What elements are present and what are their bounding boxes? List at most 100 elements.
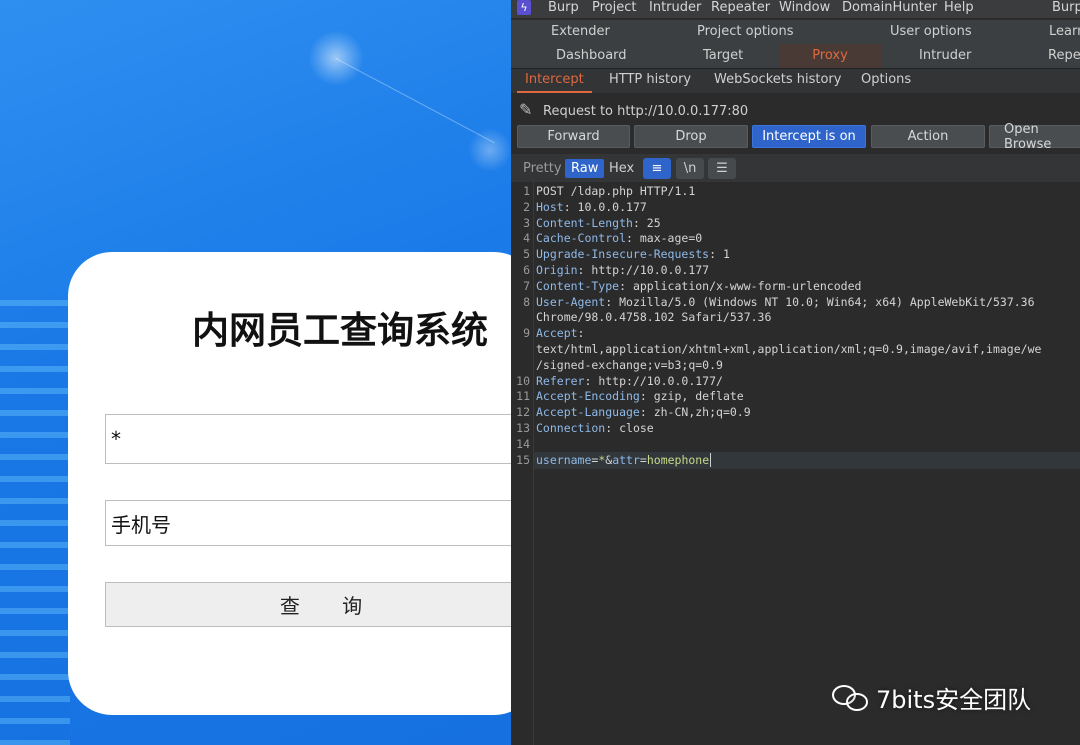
request-line: username=*&attr=homephone [536, 452, 712, 467]
param-value: homephone [646, 452, 710, 467]
request-line: Content-Length: 25 [536, 216, 661, 230]
param-equals: = [639, 452, 647, 467]
header-name: username [536, 452, 592, 467]
line-number: 7 [523, 278, 530, 293]
request-editor[interactable]: 1 POST /ldap.php HTTP/1.1 2 Host: 10.0.0.17… [511, 182, 1080, 745]
header-name: Cache-Control [536, 231, 627, 246]
glow-decoration [468, 128, 511, 172]
request-line: Chrome/98.0.4758.102 Safari/537.36 [536, 310, 771, 324]
text-cursor [710, 452, 712, 467]
server-illustration [0, 300, 70, 745]
action-button[interactable]: Action [871, 125, 985, 148]
header-value: : http://10.0.0.177/ [584, 373, 723, 388]
view-hex[interactable]: Hex [603, 159, 640, 178]
message-view-bar: Pretty Raw Hex ≡ \n ☰ [511, 154, 1080, 182]
header-name: Accept [536, 326, 578, 341]
tab-options[interactable]: Options [861, 72, 911, 87]
request-line: User-Agent: Mozilla/5.0 (Windows NT 10.0… [536, 295, 1035, 309]
query-button[interactable]: 查 询 [105, 582, 511, 627]
header-value: /signed-exchange;v=b3;q=0.9 [536, 357, 723, 372]
network-line-decoration [335, 58, 495, 144]
line-number: 2 [523, 199, 530, 214]
line-number: 15 [516, 452, 530, 467]
open-browser-button[interactable]: Open Browse [989, 122, 1080, 152]
header-name: Accept-Encoding [536, 389, 640, 404]
query-button-label: 查 询 [279, 594, 381, 618]
login-page: 内网员工查询系统 * 手机号 查 询 [0, 0, 511, 745]
tab-extender[interactable]: Extender [551, 24, 610, 39]
header-name: User-Agent [536, 294, 606, 309]
tab-learn[interactable]: Learn [1049, 24, 1080, 39]
header-name: Origin [536, 263, 578, 277]
request-target: ✎ Request to http://10.0.0.177:80 [519, 100, 748, 119]
line-number: 11 [516, 389, 530, 404]
line-number: 13 [516, 421, 530, 435]
wechat-icon [832, 683, 870, 713]
tab-http-history[interactable]: HTTP history [609, 72, 691, 87]
line-number: 14 [516, 436, 530, 451]
line-number: 4 [523, 231, 530, 246]
view-pretty[interactable]: Pretty [517, 159, 568, 178]
header-value: POST /ldap.php HTTP/1.1 [536, 184, 696, 198]
watermark-text: 7bits安全团队 [876, 686, 1032, 714]
header-value: : 25 [632, 215, 661, 230]
view-raw[interactable]: Raw [565, 159, 605, 178]
header-value: : close [605, 421, 654, 435]
menu-intruder[interactable]: Intruder [649, 0, 701, 15]
watermark: 7bits安全团队 [832, 680, 1031, 715]
phone-field[interactable]: 手机号 [105, 500, 511, 546]
forward-button[interactable]: Forward [517, 125, 630, 148]
intercept-toggle-button[interactable]: Intercept is on [752, 125, 866, 148]
line-number: 1 [523, 184, 530, 198]
proxy-tabs: Intercept HTTP history WebSockets histor… [511, 68, 1080, 93]
request-line: Accept-Encoding: gzip, deflate [536, 389, 744, 403]
request-line: text/html,application/xhtml+xml,applicat… [536, 342, 1041, 356]
tab-websockets-history[interactable]: WebSockets history [714, 72, 841, 87]
request-line: POST /ldap.php HTTP/1.1 [536, 184, 695, 198]
request-line: Accept: [536, 326, 584, 340]
request-line: /signed-exchange;v=b3;q=0.9 [536, 358, 723, 372]
menu-burp[interactable]: Burp [548, 0, 579, 15]
header-value: : http://10.0.0.177 [577, 263, 710, 277]
tab-intruder[interactable]: Intruder [919, 48, 971, 63]
header-name: Content-Length [536, 215, 633, 230]
menu-domainhunter[interactable]: DomainHunter [842, 0, 937, 15]
request-line: Content-Type: application/x-www-form-url… [536, 279, 861, 293]
header-value: : [577, 326, 585, 341]
menu-repeater[interactable]: Repeater [711, 0, 770, 15]
line-number: 5 [523, 247, 530, 262]
tab-project-options[interactable]: Project options [697, 24, 794, 39]
line-number: 12 [516, 405, 530, 420]
menu-icon[interactable]: ☰ [708, 158, 736, 179]
request-line: Upgrade-Insecure-Requests: 1 [536, 247, 730, 261]
header-value: : gzip, deflate [639, 389, 744, 404]
pencil-icon[interactable]: ✎ [519, 100, 537, 119]
drop-button[interactable]: Drop [634, 125, 748, 148]
menu-help[interactable]: Help [944, 0, 974, 15]
tab-dashboard[interactable]: Dashboard [556, 48, 627, 63]
tab-intercept[interactable]: Intercept [517, 72, 592, 93]
header-value: Chrome/98.0.4758.102 Safari/537.36 [536, 310, 772, 325]
menu-burp-right[interactable]: Burp [1052, 0, 1080, 15]
top-tabs-row1: Extender Project options User options Le… [511, 20, 1080, 45]
menu-project[interactable]: Project [592, 0, 636, 15]
header-value: text/html,application/xhtml+xml,applicat… [536, 342, 1042, 356]
param-name: attr [612, 452, 640, 467]
username-input[interactable]: * [105, 414, 511, 464]
header-value: : 1 [709, 247, 730, 262]
header-value: : application/x-www-form-urlencoded [619, 278, 862, 293]
line-number: 9 [523, 326, 530, 341]
tab-target[interactable]: Target [703, 48, 743, 63]
show-newlines-button[interactable]: \n [676, 158, 704, 179]
header-value: : max-age=0 [626, 231, 703, 246]
header-name: Content-Type [536, 278, 620, 293]
wrap-lines-icon[interactable]: ≡ [643, 158, 671, 179]
header-name: Connection [536, 421, 606, 435]
tab-proxy[interactable]: Proxy [779, 44, 881, 68]
page-title: 内网员工查询系统 [192, 309, 488, 352]
tab-repeater[interactable]: Repea [1048, 48, 1080, 63]
menu-window[interactable]: Window [779, 0, 830, 15]
request-line: Origin: http://10.0.0.177 [536, 263, 709, 277]
header-value: : Mozilla/5.0 (Windows NT 10.0; Win64; x… [605, 294, 1035, 309]
tab-user-options[interactable]: User options [890, 24, 972, 39]
